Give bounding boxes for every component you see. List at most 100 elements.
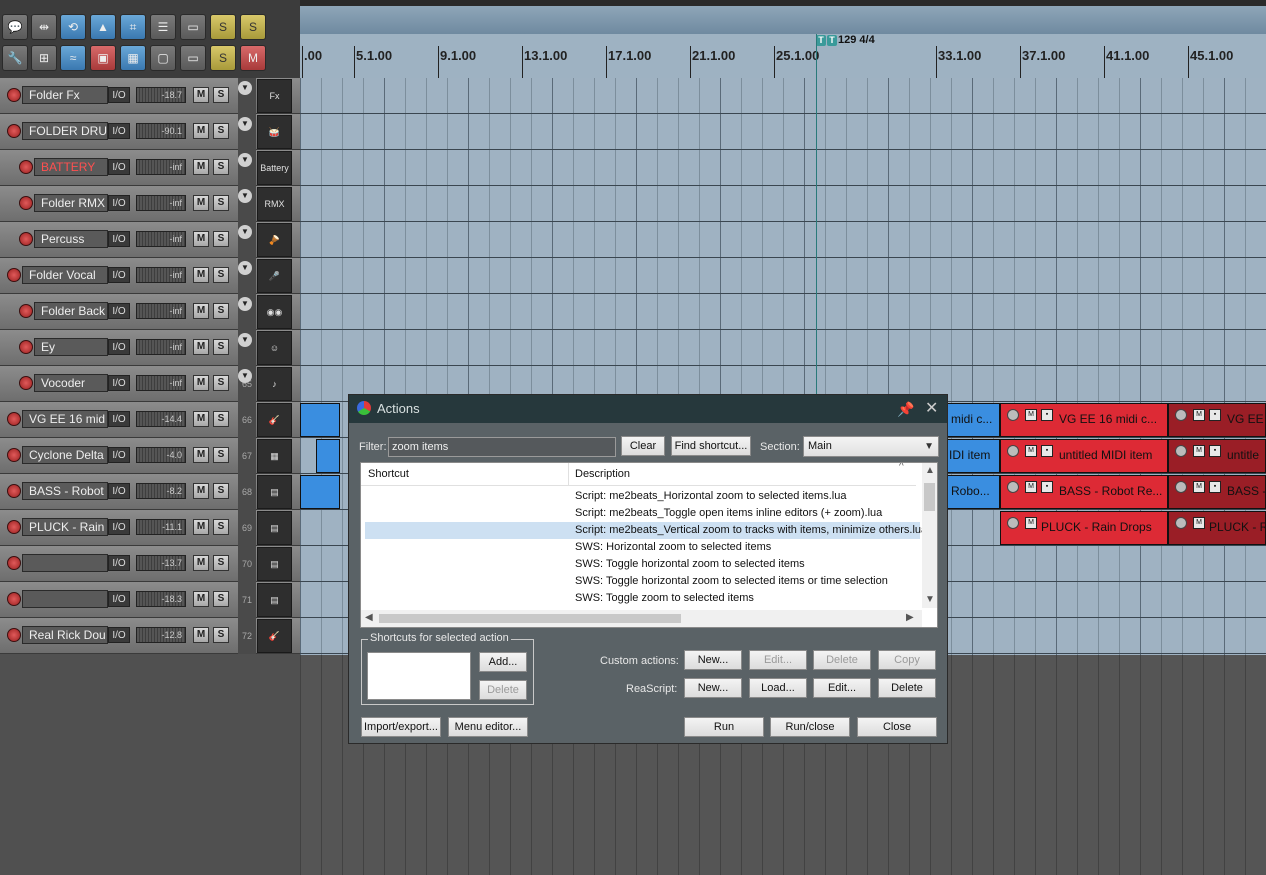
mute-button[interactable]: M bbox=[193, 123, 209, 139]
record-arm-icon[interactable] bbox=[7, 520, 21, 534]
record-arm-icon[interactable] bbox=[7, 412, 21, 426]
Battery-icon[interactable]: Battery bbox=[257, 151, 292, 185]
close-project-icon[interactable]: S bbox=[240, 14, 266, 40]
metronome-icon[interactable]: ▲ bbox=[90, 14, 116, 40]
vocals-icon[interactable]: 🎤 bbox=[257, 259, 292, 293]
item-lock-icon[interactable] bbox=[1175, 481, 1187, 493]
record-arm-icon[interactable] bbox=[19, 340, 33, 354]
io-button[interactable]: I/O bbox=[108, 123, 130, 139]
folder-icon[interactable]: ▭ bbox=[180, 14, 206, 40]
mute-button[interactable]: M bbox=[193, 555, 209, 571]
mute-button[interactable]: M bbox=[193, 519, 209, 535]
delete-shortcut-button[interactable]: Delete bbox=[479, 680, 527, 700]
close-icon[interactable]: ✕ bbox=[925, 395, 938, 423]
item-mute-icon[interactable]: M bbox=[1025, 409, 1037, 421]
item-mute-icon[interactable]: M bbox=[1193, 445, 1205, 457]
io-button[interactable]: I/O bbox=[108, 303, 130, 319]
track-row[interactable]: Cyclone Delta I/O -4.0 M S 67 ▦ bbox=[0, 438, 300, 474]
folder-toggle-icon[interactable]: ▼ bbox=[238, 333, 252, 347]
record-arm-icon[interactable] bbox=[19, 376, 33, 390]
solo-button[interactable]: S bbox=[213, 123, 229, 139]
tempo-marker-icon[interactable]: T bbox=[827, 35, 837, 46]
media-item[interactable]: Robo... bbox=[946, 475, 1000, 509]
singer-icon[interactable]: ♪ bbox=[257, 367, 292, 401]
custom-delete-button[interactable]: Delete bbox=[813, 650, 871, 670]
item-fx-icon[interactable]: ▪ bbox=[1209, 481, 1221, 493]
media-item[interactable]: M ▪ VG EE 16 midi c... bbox=[1000, 403, 1168, 437]
track-name[interactable]: Real Rick Dou bbox=[22, 626, 108, 644]
solo-button[interactable]: S bbox=[213, 339, 229, 355]
reascript-delete-button[interactable]: Delete bbox=[878, 678, 936, 698]
clear-button[interactable]: Clear bbox=[621, 436, 665, 456]
track-row[interactable]: Folder RMX I/O -inf M S ▼ RMX bbox=[0, 186, 300, 222]
track-name[interactable]: Folder Vocal bbox=[22, 266, 108, 284]
solo-button[interactable]: S bbox=[213, 87, 229, 103]
ripple-icon[interactable]: ⇹ bbox=[31, 14, 57, 40]
mute-button[interactable]: M bbox=[193, 447, 209, 463]
project-icon[interactable]: S bbox=[210, 14, 236, 40]
media-item[interactable] bbox=[316, 439, 340, 473]
action-row[interactable]: SWS: Toggle zoom to selected items bbox=[365, 590, 920, 607]
media-item[interactable]: M ▪ untitle bbox=[1168, 439, 1266, 473]
solo-button[interactable]: S bbox=[213, 303, 229, 319]
item-fx-icon[interactable]: ▪ bbox=[1041, 409, 1053, 421]
scroll-up-icon[interactable]: ▲ bbox=[925, 465, 935, 476]
record-arm-icon[interactable] bbox=[7, 124, 21, 138]
mute-button[interactable]: M bbox=[193, 591, 209, 607]
track-row[interactable]: BATTERY I/O -inf M S ▼ Battery bbox=[0, 150, 300, 186]
volume-fader[interactable]: -inf bbox=[136, 231, 186, 247]
io-button[interactable]: I/O bbox=[108, 267, 130, 283]
render-icon[interactable]: M bbox=[240, 45, 266, 71]
action-row[interactable]: SWS: Horizontal zoom to selected items bbox=[365, 539, 920, 556]
track-name[interactable]: Cyclone Delta bbox=[22, 446, 108, 464]
solo-button[interactable]: S bbox=[213, 591, 229, 607]
face-icon[interactable]: ☺ bbox=[257, 331, 292, 365]
track-row[interactable]: Folder Back I/O -inf M S ▼ ◉◉ bbox=[0, 294, 300, 330]
folder-toggle-icon[interactable]: ▼ bbox=[238, 117, 252, 131]
loop-icon[interactable]: ⟲ bbox=[60, 14, 86, 40]
custom-copy-button[interactable]: Copy bbox=[878, 650, 936, 670]
percussion-icon[interactable]: 🪘 bbox=[257, 223, 292, 257]
custom-new-button[interactable]: New... bbox=[684, 650, 742, 670]
action-row[interactable]: Script: me2beats_Vertical zoom to tracks… bbox=[365, 522, 927, 539]
horizontal-scrollbar[interactable]: ◀ ▶ bbox=[361, 610, 922, 627]
volume-fader[interactable]: -14.4 bbox=[136, 411, 186, 427]
close-button[interactable]: Close bbox=[857, 717, 937, 737]
track-name[interactable] bbox=[22, 554, 108, 572]
volume-fader[interactable]: -18.7 bbox=[136, 87, 186, 103]
media-item[interactable] bbox=[300, 475, 340, 509]
track-row[interactable]: Ey I/O -inf M S ▼ ☺ bbox=[0, 330, 300, 366]
io-button[interactable]: I/O bbox=[108, 519, 130, 535]
wrench-icon[interactable]: 🔧 bbox=[2, 45, 28, 71]
track-row[interactable]: PLUCK - Rain I/O -11.1 M S 69 ▤ bbox=[0, 510, 300, 546]
window-icon[interactable]: ▢ bbox=[150, 45, 176, 71]
track-name[interactable]: Folder RMX bbox=[34, 194, 108, 212]
custom-edit-button[interactable]: Edit... bbox=[749, 650, 807, 670]
volume-fader[interactable]: -4.0 bbox=[136, 447, 186, 463]
solo-button[interactable]: S bbox=[213, 447, 229, 463]
volume-fader[interactable]: -90.1 bbox=[136, 123, 186, 139]
io-button[interactable]: I/O bbox=[108, 375, 130, 391]
save-icon[interactable]: S bbox=[210, 45, 236, 71]
bass-guitar-icon[interactable]: 🎸 bbox=[257, 619, 292, 653]
import-export-button[interactable]: Import/export... bbox=[361, 717, 441, 737]
record-arm-icon[interactable] bbox=[19, 304, 33, 318]
item-mute-icon[interactable]: M bbox=[1025, 481, 1037, 493]
mute-button[interactable]: M bbox=[193, 483, 209, 499]
track-row[interactable]: BASS - Robot I/O -8.2 M S 68 ▤ bbox=[0, 474, 300, 510]
rack-icon[interactable]: ▤ bbox=[257, 583, 292, 617]
snap-icon[interactable]: ⌗ bbox=[120, 14, 146, 40]
media-item[interactable]: IDI item bbox=[946, 439, 1000, 473]
filter-input[interactable]: zoom items bbox=[388, 437, 616, 457]
record-arm-icon[interactable] bbox=[19, 160, 33, 174]
volume-fader[interactable]: -inf bbox=[136, 375, 186, 391]
vertical-scrollbar[interactable]: ▲ ▼ bbox=[922, 463, 937, 608]
record-arm-icon[interactable] bbox=[7, 448, 21, 462]
item-mute-icon[interactable]: M bbox=[1025, 517, 1037, 529]
mute-button[interactable]: M bbox=[193, 339, 209, 355]
track-name[interactable]: Ey bbox=[34, 338, 108, 356]
scroll-left-icon[interactable]: ◀ bbox=[365, 612, 373, 623]
item-lock-icon[interactable] bbox=[1007, 517, 1019, 529]
track-name[interactable]: Percuss bbox=[34, 230, 108, 248]
rack-icon[interactable]: ▤ bbox=[257, 475, 292, 509]
